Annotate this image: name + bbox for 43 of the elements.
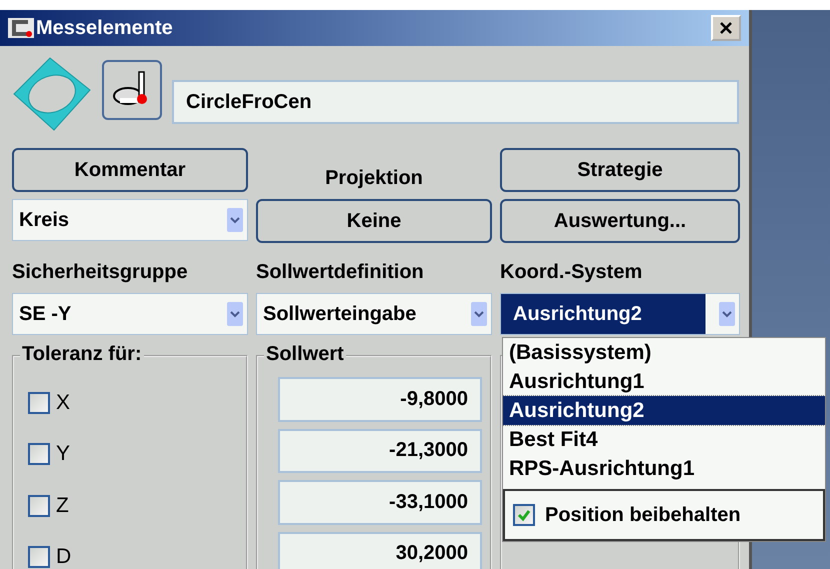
- field-label: Koord.-System: [500, 260, 644, 284]
- close-button[interactable]: [711, 15, 741, 41]
- dropdown-option[interactable]: (Basissystem): [503, 338, 825, 367]
- checkbox[interactable]: [28, 546, 50, 568]
- chevron-icon: [471, 302, 487, 326]
- value-field[interactable]: -33,1000: [278, 480, 482, 524]
- checkbox[interactable]: [28, 392, 50, 414]
- value-field[interactable]: -9,8000: [278, 377, 482, 422]
- app-logo-icon: [8, 18, 34, 38]
- chevron-icon: [227, 302, 243, 326]
- checkbox-label: Z: [56, 494, 69, 518]
- dropdown-option[interactable]: Ausrichtung1: [503, 367, 825, 396]
- checkbox-label: X: [56, 390, 70, 415]
- select-field[interactable]: Ausrichtung2: [500, 293, 740, 335]
- section-label: Projektion: [324, 167, 424, 191]
- close-icon: [719, 21, 733, 35]
- command-button[interactable]: Keine: [256, 199, 492, 243]
- value-field[interactable]: -21,3000: [278, 428, 482, 473]
- checkbox-label: Y: [56, 442, 70, 466]
- checkbox[interactable]: [28, 494, 50, 517]
- ring-shape-icon: [12, 56, 92, 132]
- select-field[interactable]: Kreis: [12, 199, 248, 241]
- dropdown-option[interactable]: Best Fit4: [503, 425, 825, 454]
- select-field[interactable]: SE -Y: [12, 293, 248, 335]
- checkbox-label: D: [56, 545, 72, 569]
- dropdown-option[interactable]: Ausrichtung2: [503, 396, 825, 425]
- command-button[interactable]: Strategie: [500, 148, 740, 192]
- field-label: Sollwertdefinition: [256, 260, 425, 284]
- dropdown-option[interactable]: RPS-Ausrichtung1: [503, 454, 825, 483]
- chevron-icon: [227, 208, 243, 232]
- check-icon: [517, 508, 531, 522]
- value-field[interactable]: 30,2000: [278, 532, 482, 569]
- checkbox[interactable]: [28, 443, 50, 466]
- select-field[interactable]: Sollwerteingabe: [256, 293, 492, 335]
- field-label: Sicherheitsgruppe: [12, 260, 189, 284]
- probe-button[interactable]: [102, 60, 162, 120]
- command-button[interactable]: Auswertung...: [500, 199, 740, 243]
- element-name-field[interactable]: CircleFroCen: [172, 80, 739, 124]
- window-title: Messelemente: [36, 16, 173, 40]
- checkbox-label: Position beibehalten: [545, 504, 741, 526]
- checkbox[interactable]: [513, 504, 535, 526]
- chevron-icon: [719, 302, 735, 326]
- command-button[interactable]: Kommentar: [12, 148, 248, 192]
